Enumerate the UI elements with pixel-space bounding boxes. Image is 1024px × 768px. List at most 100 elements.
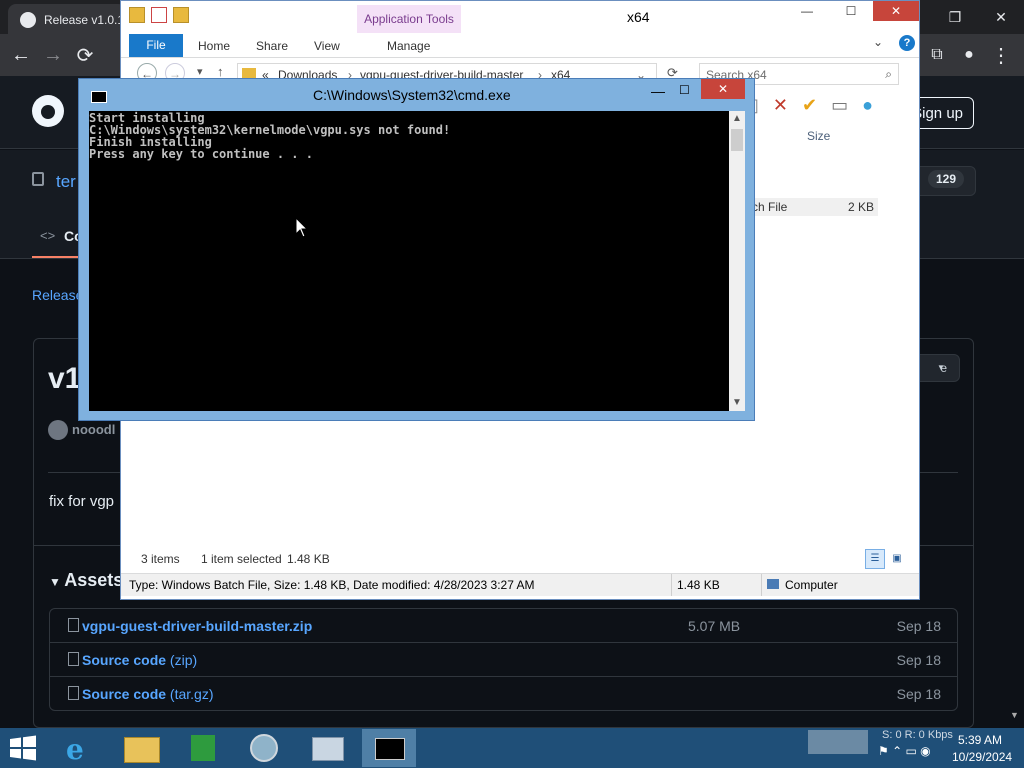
asset-size: 5.07 MB bbox=[688, 618, 741, 634]
ribbon-commands: ▯ ✕ ✔ ▭ ● bbox=[749, 95, 873, 116]
maximize-button[interactable]: ❐ bbox=[932, 0, 978, 34]
folder-icon[interactable] bbox=[129, 7, 145, 23]
store-icon[interactable] bbox=[176, 729, 230, 767]
asset-date: Sep 18 bbox=[896, 686, 941, 702]
scroll-down-icon[interactable]: ▼ bbox=[729, 395, 745, 411]
cmd-taskbar-icon[interactable] bbox=[362, 729, 416, 767]
breadcrumb-releases-link[interactable]: Release bbox=[32, 287, 83, 303]
console-output[interactable]: Start installing C:\Windows\system32\ker… bbox=[89, 111, 729, 411]
recent-locations-icon[interactable]: ▾ bbox=[197, 65, 203, 78]
profile-icon[interactable]: ● bbox=[956, 42, 982, 68]
console-text: Start installing C:\Windows\system32\ker… bbox=[89, 111, 451, 161]
asset-date: Sep 18 bbox=[896, 618, 941, 634]
close-button[interactable]: ✕ bbox=[978, 0, 1024, 34]
properties-icon[interactable]: ● bbox=[862, 95, 873, 116]
location: Computer bbox=[785, 578, 838, 592]
details-view-button[interactable]: ☰ bbox=[865, 549, 885, 569]
properties-icon[interactable] bbox=[151, 7, 167, 23]
up-icon[interactable]: ↑ bbox=[217, 64, 224, 79]
browser-tab[interactable]: Release v1.0.1 bbox=[8, 4, 126, 34]
internet-explorer-icon[interactable]: e bbox=[54, 729, 108, 767]
minimize-button[interactable]: — bbox=[785, 1, 829, 21]
chevron-down-icon: ▼ bbox=[937, 363, 945, 372]
reload-icon[interactable]: ⟳ bbox=[72, 42, 98, 68]
tab-home[interactable]: Home bbox=[198, 39, 230, 53]
release-notes: fix for vgp bbox=[49, 493, 115, 510]
clock-time[interactable]: 5:39 AM bbox=[958, 733, 1002, 747]
asset-link[interactable]: vgpu-guest-driver-build-master.zip bbox=[82, 618, 312, 634]
details-bar: Type: Windows Batch File, Size: 1.48 KB,… bbox=[121, 573, 919, 596]
tab-view[interactable]: View bbox=[314, 39, 340, 53]
maximize-button[interactable]: ☐ bbox=[679, 83, 690, 97]
control-panel-icon[interactable] bbox=[300, 729, 354, 767]
new-folder-icon[interactable] bbox=[173, 7, 189, 23]
clock-date[interactable]: 10/29/2024 bbox=[952, 750, 1012, 764]
tab-manage[interactable]: Manage bbox=[387, 39, 430, 53]
file-zip-icon bbox=[68, 686, 79, 700]
tray-icons[interactable]: ⚑ ⌃ ▭ ◉ bbox=[878, 744, 931, 758]
assets-heading[interactable]: ▼ Assets bbox=[49, 570, 123, 591]
table-row[interactable]: ch File 2 KB bbox=[748, 198, 878, 216]
caret-down-icon: ▼ bbox=[49, 575, 65, 589]
package-icon bbox=[68, 618, 79, 632]
cmd-window: C:\Windows\System32\cmd.exe — ☐ ✕ Start … bbox=[78, 78, 755, 421]
ribbon-tabs bbox=[121, 33, 919, 58]
scroll-down-icon[interactable]: ▼ bbox=[1010, 710, 1019, 720]
explorer-window-controls: — ☐ ✕ bbox=[785, 1, 919, 21]
scrollbar-thumb[interactable] bbox=[731, 129, 743, 151]
computer-icon bbox=[767, 579, 779, 589]
menu-icon[interactable]: ⋮ bbox=[988, 42, 1014, 68]
selection-count: 1 item selected bbox=[201, 552, 282, 566]
back-icon[interactable]: ← bbox=[8, 42, 34, 68]
network-speed: S: 0 R: 0 Kbps bbox=[882, 729, 953, 741]
release-title: v1 bbox=[48, 362, 82, 395]
tab-title: Release v1.0.1 bbox=[44, 13, 125, 27]
avatar[interactable] bbox=[48, 420, 68, 440]
github-logo-icon[interactable] bbox=[32, 95, 64, 127]
rename-icon[interactable]: ▭ bbox=[831, 95, 848, 116]
selection-size: 1.48 KB bbox=[287, 552, 330, 566]
scrollbar[interactable] bbox=[729, 111, 745, 411]
help-icon[interactable]: ? bbox=[899, 35, 915, 51]
windows-start-icon[interactable] bbox=[8, 734, 38, 762]
item-count: 3 items bbox=[141, 552, 180, 566]
asset-link[interactable]: Source code (zip) bbox=[82, 652, 197, 668]
file-explorer-taskbar-icon[interactable] bbox=[114, 729, 168, 767]
list-item: Source code (tar.gz) Sep 18 bbox=[50, 677, 957, 710]
large-icons-view-button[interactable]: ▣ bbox=[889, 551, 905, 567]
repo-icon bbox=[32, 172, 44, 186]
quick-access-toolbar bbox=[129, 7, 189, 23]
tab-share[interactable]: Share bbox=[256, 39, 288, 53]
window-title: C:\Windows\System32\cmd.exe bbox=[313, 87, 511, 103]
extensions-icon[interactable]: ⧉ bbox=[924, 42, 950, 68]
list-item: Source code (zip) Sep 18 bbox=[50, 643, 957, 677]
scroll-up-icon[interactable]: ▲ bbox=[729, 111, 745, 127]
mouse-cursor-icon bbox=[296, 218, 308, 238]
search-icon: ⌕ bbox=[885, 67, 892, 81]
forward-icon[interactable]: → bbox=[40, 42, 66, 68]
tab-file[interactable]: File bbox=[129, 34, 183, 57]
column-header-size[interactable]: Size bbox=[807, 129, 830, 143]
maximize-button[interactable]: ☐ bbox=[829, 1, 873, 21]
delete-icon[interactable]: ✕ bbox=[773, 95, 788, 116]
minimize-button[interactable]: — bbox=[651, 83, 665, 99]
asset-link[interactable]: Source code (tar.gz) bbox=[82, 686, 214, 702]
checkmark-icon[interactable]: ✔ bbox=[802, 95, 817, 116]
cmd-icon bbox=[91, 91, 107, 103]
chevron-down-icon[interactable]: ⌄ bbox=[873, 35, 883, 49]
list-item: vgpu-guest-driver-build-master.zip 5.07 … bbox=[50, 609, 957, 643]
assets-list: vgpu-guest-driver-build-master.zip 5.07 … bbox=[49, 608, 958, 711]
code-icon: <> bbox=[40, 228, 56, 243]
close-button[interactable]: ✕ bbox=[701, 79, 745, 99]
asset-date: Sep 18 bbox=[896, 652, 941, 668]
close-button[interactable]: ✕ bbox=[873, 1, 919, 21]
file-zip-icon bbox=[68, 652, 79, 666]
github-favicon-icon bbox=[20, 12, 36, 28]
repo-name-link[interactable]: ter bbox=[56, 172, 76, 192]
star-count-badge: 129 bbox=[928, 170, 965, 188]
release-author-link[interactable]: nooodl bbox=[72, 422, 115, 437]
status-bar: 3 items 1 item selected 1.48 KB bbox=[121, 545, 919, 573]
network-graph bbox=[808, 730, 868, 754]
file-size: 1.48 KB bbox=[677, 578, 720, 592]
browser-taskbar-icon[interactable] bbox=[238, 729, 292, 767]
